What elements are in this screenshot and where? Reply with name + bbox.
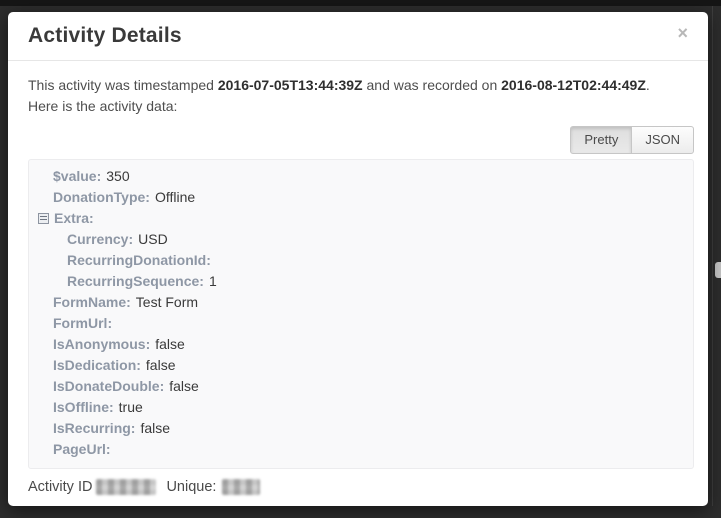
timestamp-value: 2016-07-05T13:44:39Z <box>218 77 363 93</box>
field-key: IsOffline: <box>53 399 114 415</box>
intro-part1: This activity was timestamped <box>28 77 218 93</box>
field-key: FormUrl: <box>53 315 112 331</box>
field-value: false <box>140 420 170 436</box>
field-value: false <box>146 357 176 373</box>
field-key: FormName: <box>53 294 131 310</box>
activity-field-row: IsOffline: true <box>29 397 693 418</box>
background-page-edge <box>712 6 713 506</box>
recorded-value: 2016-08-12T02:44:49Z <box>501 77 646 93</box>
field-value: Test Form <box>136 294 198 310</box>
field-key: Extra: <box>54 210 94 226</box>
view-toggle-group: Pretty JSON <box>28 126 694 154</box>
field-value: 350 <box>106 168 129 184</box>
close-icon[interactable]: × <box>677 24 688 42</box>
collapse-icon[interactable] <box>38 213 49 224</box>
activity-field-row: FormUrl: <box>29 313 693 334</box>
activity-id-redacted-value <box>96 479 156 495</box>
intro-line2: Here is the activity data: <box>28 98 177 114</box>
activity-field-row: RecurringDonationId: <box>29 250 693 271</box>
field-key: IsDonateDouble: <box>53 378 164 394</box>
activity-data-panel: $value: 350 DonationType: Offline Extra: Curr… <box>28 159 694 469</box>
field-key: $value: <box>53 168 101 184</box>
activity-field-row: IsDonateDouble: false <box>29 376 693 397</box>
activity-field-row: IsDedication: false <box>29 355 693 376</box>
field-value: 1 <box>209 273 217 289</box>
field-key: IsRecurring: <box>53 420 135 436</box>
field-value: true <box>119 399 143 415</box>
tab-json[interactable]: JSON <box>631 126 694 154</box>
modal-title: Activity Details <box>28 24 182 48</box>
tab-pretty[interactable]: Pretty <box>570 126 632 154</box>
background-top-strip <box>0 0 721 6</box>
activity-field-row: FormName: Test Form <box>29 292 693 313</box>
unique-label: Unique: <box>166 479 216 495</box>
activity-field-row: RecurringSequence: 1 <box>29 271 693 292</box>
field-value: false <box>169 378 199 394</box>
activity-field-row: PageUrl: <box>29 439 693 460</box>
field-key: DonationType: <box>53 189 150 205</box>
modal-body: This activity was timestamped 2016-07-05… <box>8 61 708 469</box>
modal-footer: Activity ID Unique: <box>8 469 708 495</box>
intro-text: This activity was timestamped 2016-07-05… <box>28 75 694 117</box>
modal-header: Activity Details × <box>8 12 708 61</box>
field-key: RecurringDonationId: <box>67 252 211 268</box>
activity-field-row: IsRecurring: false <box>29 418 693 439</box>
activity-field-row: Currency: USD <box>29 229 693 250</box>
unique-redacted-value <box>222 479 260 495</box>
background-page-notch <box>715 262 721 278</box>
intro-part3: . <box>646 77 650 93</box>
field-key: IsDedication: <box>53 357 141 373</box>
activity-field-row: IsAnonymous: false <box>29 334 693 355</box>
field-key: PageUrl: <box>53 441 111 457</box>
field-value: false <box>155 336 185 352</box>
activity-field-row: $value: 350 <box>29 166 693 187</box>
activity-details-modal: Activity Details × This activity was tim… <box>8 12 708 506</box>
field-key: Currency: <box>67 231 133 247</box>
field-key: RecurringSequence: <box>67 273 204 289</box>
intro-part2: and was recorded on <box>363 77 502 93</box>
field-key: IsAnonymous: <box>53 336 150 352</box>
field-value: Offline <box>155 189 195 205</box>
activity-field-row: DonationType: Offline <box>29 187 693 208</box>
activity-field-row: Extra: <box>29 208 693 229</box>
activity-id-label: Activity ID <box>28 479 92 495</box>
field-value: USD <box>138 231 168 247</box>
